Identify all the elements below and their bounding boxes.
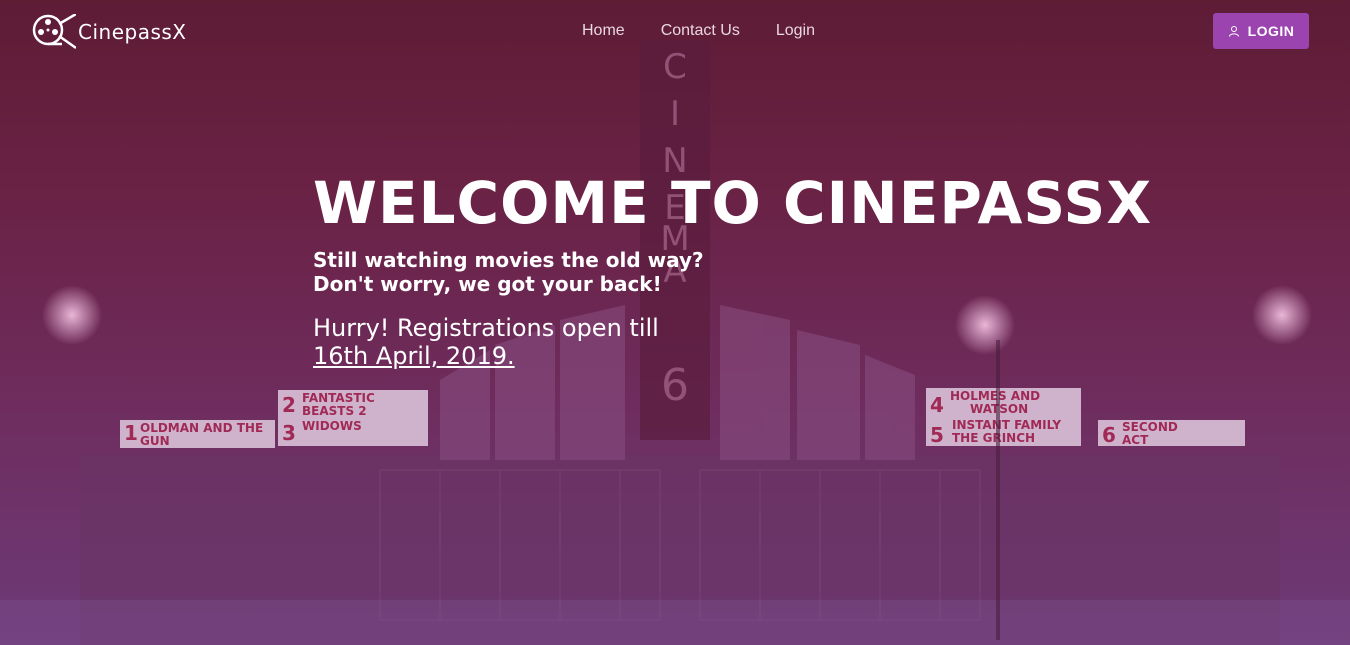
- board-title: ACT: [1122, 433, 1149, 447]
- nav-home[interactable]: Home: [564, 20, 643, 42]
- brand-name: CinepassX: [78, 20, 187, 44]
- board-number: 4: [930, 393, 944, 417]
- top-navbar: CinepassX Home Contact Us Login LOGIN: [0, 0, 1350, 64]
- user-icon: [1228, 26, 1239, 37]
- brand-logo[interactable]: CinepassX: [32, 14, 187, 50]
- registration-date-link[interactable]: 16th April, 2019.: [313, 342, 515, 370]
- board-number: 2: [282, 393, 296, 417]
- login-button[interactable]: LOGIN: [1213, 13, 1309, 49]
- board-title: WIDOWS: [302, 419, 362, 433]
- board-number: 3: [282, 421, 296, 445]
- hero-subtitle: Still watching movies the old way? Don't…: [313, 248, 1152, 296]
- hero-section: WELCOME TO CINEPASSX Still watching movi…: [313, 168, 1152, 370]
- board-title: BEASTS 2: [302, 404, 367, 418]
- board-title: FANTASTIC: [302, 391, 375, 405]
- board-number: 1: [124, 421, 138, 445]
- board-title: THE GRINCH: [952, 431, 1035, 445]
- registration-notice: Hurry! Registrations open till 16th Apri…: [313, 314, 1152, 370]
- main-nav: Home Contact Us Login: [564, 20, 833, 42]
- board-title: INSTANT FAMILY: [952, 418, 1061, 432]
- board-title: SECOND: [1122, 420, 1178, 434]
- nav-contact-us[interactable]: Contact Us: [643, 20, 758, 42]
- board-number: 5: [930, 423, 944, 447]
- hero-subtitle-line: Still watching movies the old way?: [313, 248, 704, 272]
- board-title: GUN: [140, 434, 170, 448]
- registration-text: Hurry! Registrations open till: [313, 314, 659, 342]
- board-number: 6: [1102, 423, 1116, 447]
- board-title: OLDMAN AND THE: [140, 421, 263, 435]
- hero-subtitle-line: Don't worry, we got your back!: [313, 272, 662, 296]
- sign-letter: I: [670, 94, 680, 134]
- login-button-label: LOGIN: [1247, 23, 1295, 39]
- hero-title: WELCOME TO CINEPASSX: [313, 169, 1153, 237]
- film-reel-icon: [32, 14, 76, 50]
- nav-login[interactable]: Login: [758, 20, 833, 42]
- board-title: HOLMES AND: [950, 389, 1040, 403]
